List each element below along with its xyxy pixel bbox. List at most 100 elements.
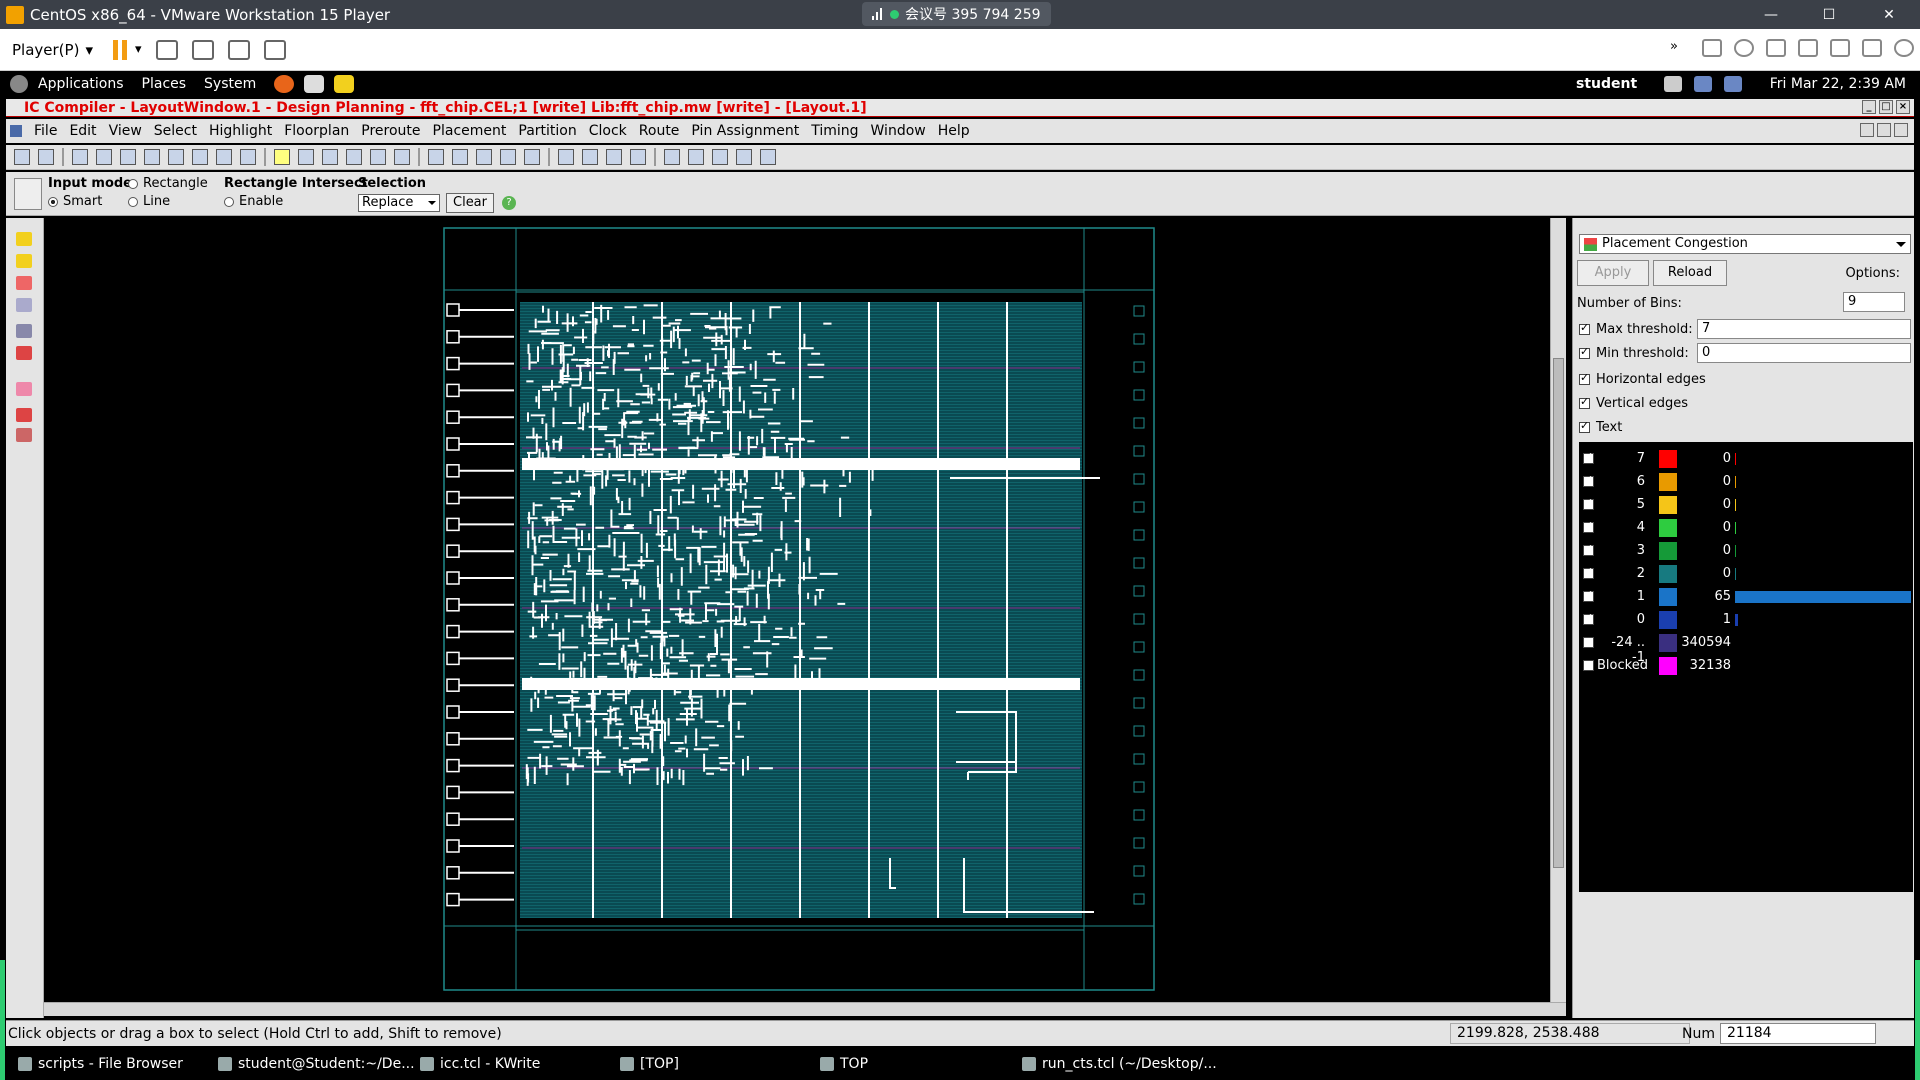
route-icon[interactable] (298, 149, 314, 165)
info-icon[interactable] (120, 149, 136, 165)
floppy-icon[interactable] (1766, 39, 1786, 57)
legend-checkbox[interactable] (1583, 588, 1594, 602)
legend-checkbox[interactable] (1583, 611, 1594, 625)
palette-icon[interactable] (582, 149, 598, 165)
grid-view-icon[interactable] (606, 149, 622, 165)
send-ctrl-alt-del-icon[interactable] (155, 39, 178, 60)
net-icon[interactable] (322, 149, 338, 165)
volume-icon[interactable] (1664, 76, 1682, 92)
close-button[interactable]: × (1896, 100, 1910, 114)
cd-icon[interactable] (1734, 39, 1754, 57)
task-top[interactable]: TOP (820, 1056, 868, 1072)
close-button[interactable]: ✕ (1866, 0, 1912, 29)
redo-icon[interactable] (712, 149, 728, 165)
zoom-fit-icon[interactable] (428, 149, 444, 165)
minimize-button[interactable]: — (1748, 0, 1794, 29)
menu-pin-assignment[interactable]: Pin Assignment (691, 123, 799, 139)
notes-icon[interactable] (334, 75, 355, 93)
congestion-icon[interactable] (370, 149, 386, 165)
max-threshold-input[interactable]: 7 (1697, 319, 1911, 339)
scroll-thumb[interactable] (1553, 358, 1564, 868)
zoom-box-icon[interactable] (476, 149, 492, 165)
minimize-button[interactable]: _ (1862, 100, 1876, 114)
menu-select[interactable]: Select (154, 123, 197, 139)
legend-checkbox[interactable] (1583, 542, 1594, 556)
legend-color-swatch[interactable] (1659, 634, 1677, 652)
fullscreen-icon[interactable] (227, 39, 250, 60)
horizontal-edges-checkbox[interactable] (1579, 371, 1590, 385)
hard-disk-icon[interactable] (1702, 39, 1722, 57)
usb-icon[interactable] (1894, 39, 1914, 57)
magnify-icon[interactable] (500, 149, 516, 165)
menu-floorplan[interactable]: Floorplan (284, 123, 349, 139)
min-threshold-input[interactable]: 0 (1697, 343, 1911, 363)
legend-color-swatch[interactable] (1659, 519, 1677, 537)
debug-icon[interactable] (760, 149, 776, 165)
applications-menu[interactable]: Applications (38, 76, 124, 92)
undo-icon[interactable] (688, 149, 704, 165)
task-top-bracket[interactable]: [TOP] (620, 1056, 679, 1072)
menu-edit[interactable]: Edit (69, 123, 96, 139)
legend-checkbox[interactable] (1583, 519, 1594, 533)
legend-checkbox[interactable] (1583, 496, 1594, 510)
task-run-cts[interactable]: run_cts.tcl (~/Desktop/... (1022, 1056, 1217, 1072)
task-file-browser[interactable]: scripts - File Browser (18, 1056, 183, 1072)
unity-icon[interactable] (263, 39, 286, 60)
firefox-icon[interactable] (274, 75, 295, 93)
legend-color-swatch[interactable] (1659, 542, 1677, 560)
menu-route[interactable]: Route (639, 123, 680, 139)
layer-tool-icon[interactable] (16, 382, 32, 396)
legend-checkbox[interactable] (1583, 450, 1594, 464)
cell-icon[interactable] (16, 408, 32, 422)
minimize-button[interactable] (1860, 123, 1874, 137)
rectangle-radio[interactable]: Rectangle (128, 176, 208, 191)
horizontal-edges-row[interactable]: Horizontal edges (1579, 371, 1706, 387)
delete-icon[interactable] (240, 149, 256, 165)
route-tool-icon[interactable] (16, 298, 32, 312)
vertical-edges-row[interactable]: Vertical edges (1579, 395, 1688, 411)
legend-checkbox[interactable] (1583, 637, 1594, 648)
menu-highlight[interactable]: Highlight (209, 123, 272, 139)
zoom-out-icon[interactable] (168, 149, 184, 165)
username[interactable]: student (1576, 76, 1637, 92)
legend-checkbox[interactable] (1583, 473, 1594, 487)
min-threshold-checkbox[interactable] (1579, 345, 1590, 359)
task-kwrite[interactable]: icc.tcl - KWrite (420, 1056, 540, 1072)
menu-partition[interactable]: Partition (518, 123, 576, 139)
menu-placement[interactable]: Placement (433, 123, 507, 139)
legend-color-swatch[interactable] (1659, 611, 1677, 629)
meeting-indicator[interactable]: 会议号 395 794 259 (862, 2, 1051, 26)
apply-button[interactable]: Apply (1577, 260, 1649, 286)
close-button[interactable] (1894, 123, 1908, 137)
menu-clock[interactable]: Clock (589, 123, 627, 139)
clear-button[interactable]: Clear (446, 193, 494, 213)
pause-icon[interactable] (112, 39, 127, 60)
forward-icon[interactable]: » (1670, 39, 1690, 57)
select-net-icon[interactable] (16, 254, 32, 268)
smart-radio[interactable]: Smart (48, 194, 102, 209)
select-tool-icon[interactable] (16, 232, 32, 246)
vertical-scrollbar[interactable] (1550, 218, 1566, 1002)
legend-color-swatch[interactable] (1659, 450, 1677, 468)
save-icon[interactable] (38, 149, 54, 165)
bluetooth-icon[interactable] (1694, 76, 1712, 92)
task-terminal[interactable]: student@Student:~/De... (218, 1056, 415, 1072)
printer-icon[interactable] (1830, 39, 1850, 57)
download-icon[interactable] (664, 149, 680, 165)
maximize-button[interactable]: □ (1879, 100, 1893, 114)
menu-timing[interactable]: Timing (811, 123, 858, 139)
bins-spinbox[interactable]: 9 (1843, 292, 1905, 312)
zoom-2-icon[interactable] (452, 149, 468, 165)
legend-checkbox[interactable] (1583, 565, 1594, 579)
legend-color-swatch[interactable] (1659, 657, 1677, 675)
grid-icon[interactable] (346, 149, 362, 165)
mail-icon[interactable] (304, 75, 325, 93)
line-radio[interactable]: Line (128, 194, 170, 209)
maximize-button[interactable]: ☐ (1806, 0, 1852, 29)
film-icon[interactable] (630, 149, 646, 165)
player-menu-button[interactable]: Player(P) ▾ (12, 41, 93, 59)
text-row[interactable]: Text (1579, 419, 1622, 435)
menu-window[interactable]: Window (871, 123, 926, 139)
sound-icon[interactable] (1862, 39, 1882, 57)
pencil-icon[interactable] (96, 149, 112, 165)
